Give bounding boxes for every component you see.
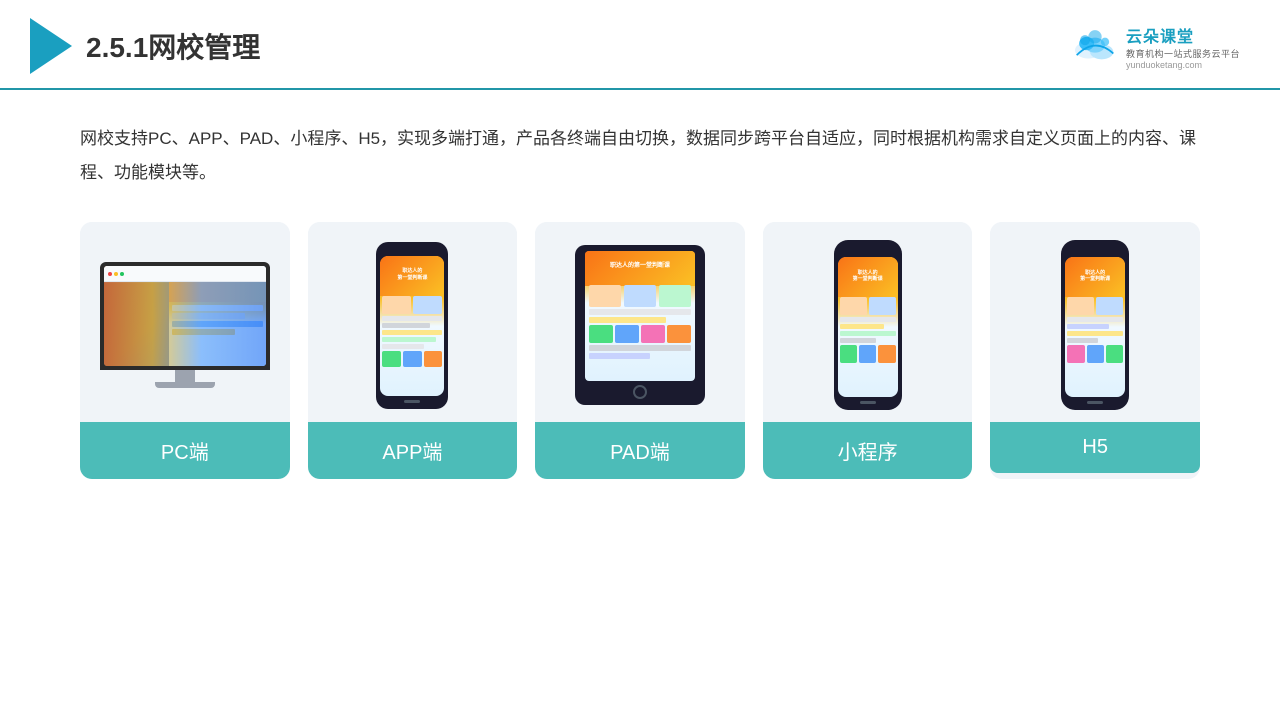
- cloud-icon: [1070, 28, 1120, 64]
- card-h5-label: H5: [990, 422, 1200, 473]
- phone-h5-home: [1087, 401, 1103, 404]
- header-left: 2.5.1网校管理: [30, 18, 260, 74]
- header-right: 云朵课堂 教育机构一站式服务云平台 yunduoketang.com: [1070, 23, 1240, 70]
- card-pc-label: PC端: [80, 422, 290, 479]
- card-pad-label: PAD端: [535, 422, 745, 479]
- brand-logo: 云朵课堂 教育机构一站式服务云平台 yunduoketang.com: [1070, 23, 1240, 70]
- tablet-icon: 职达人的第一堂判断课: [575, 245, 705, 405]
- phone-miniapp-home: [860, 401, 876, 404]
- phone-h5-icon: 职达人的第一堂判断课: [1061, 240, 1129, 410]
- phone-miniapp-screen: 职达人的第一堂判断课: [838, 257, 898, 397]
- card-app-image: 职达人的第一堂判断课: [308, 222, 518, 422]
- logo-sub-name: 教育机构一站式服务云平台: [1126, 47, 1240, 60]
- monitor-neck: [175, 370, 195, 382]
- description-text: 网校支持PC、APP、PAD、小程序、H5，实现多端打通，产品各终端自由切换，数…: [80, 122, 1200, 190]
- card-miniapp-label: 小程序: [763, 422, 973, 479]
- tablet-home-button: [633, 385, 647, 399]
- logo-text: 云朵课堂 教育机构一站式服务云平台 yunduoketang.com: [1126, 23, 1240, 70]
- card-miniapp: 职达人的第一堂判断课: [763, 222, 973, 479]
- main-content: 网校支持PC、APP、PAD、小程序、H5，实现多端打通，产品各终端自由切换，数…: [0, 90, 1280, 499]
- platform-cards: PC端 职达人的第一堂判断课: [80, 222, 1200, 479]
- card-app: 职达人的第一堂判断课: [308, 222, 518, 479]
- header: 2.5.1网校管理 云朵课堂 教育机构一站式服务云平台 yunduoketang…: [0, 0, 1280, 90]
- phone-app-icon: 职达人的第一堂判断课: [376, 242, 448, 409]
- phone-screen: 职达人的第一堂判断课: [380, 256, 444, 396]
- card-miniapp-image: 职达人的第一堂判断课: [763, 222, 973, 422]
- logo-url: yunduoketang.com: [1126, 60, 1202, 70]
- tablet-screen: 职达人的第一堂判断课: [585, 251, 695, 381]
- logo-triangle-icon: [30, 18, 72, 74]
- page-title: 2.5.1网校管理: [86, 26, 260, 66]
- phone-h5-screen: 职达人的第一堂判断课: [1065, 257, 1125, 397]
- card-h5-image: 职达人的第一堂判断课: [990, 222, 1200, 422]
- card-h5: 职达人的第一堂判断课: [990, 222, 1200, 479]
- monitor-base: [155, 382, 215, 388]
- phone-home-button: [404, 400, 420, 403]
- card-pad: 职达人的第一堂判断课: [535, 222, 745, 479]
- card-pad-image: 职达人的第一堂判断课: [535, 222, 745, 422]
- card-app-label: APP端: [308, 422, 518, 479]
- logo-main-name: 云朵课堂: [1126, 23, 1194, 47]
- card-pc-image: [80, 222, 290, 422]
- card-pc: PC端: [80, 222, 290, 479]
- pc-monitor-icon: [100, 262, 270, 388]
- phone-miniapp-icon: 职达人的第一堂判断课: [834, 240, 902, 410]
- phone-notch: [401, 248, 423, 253]
